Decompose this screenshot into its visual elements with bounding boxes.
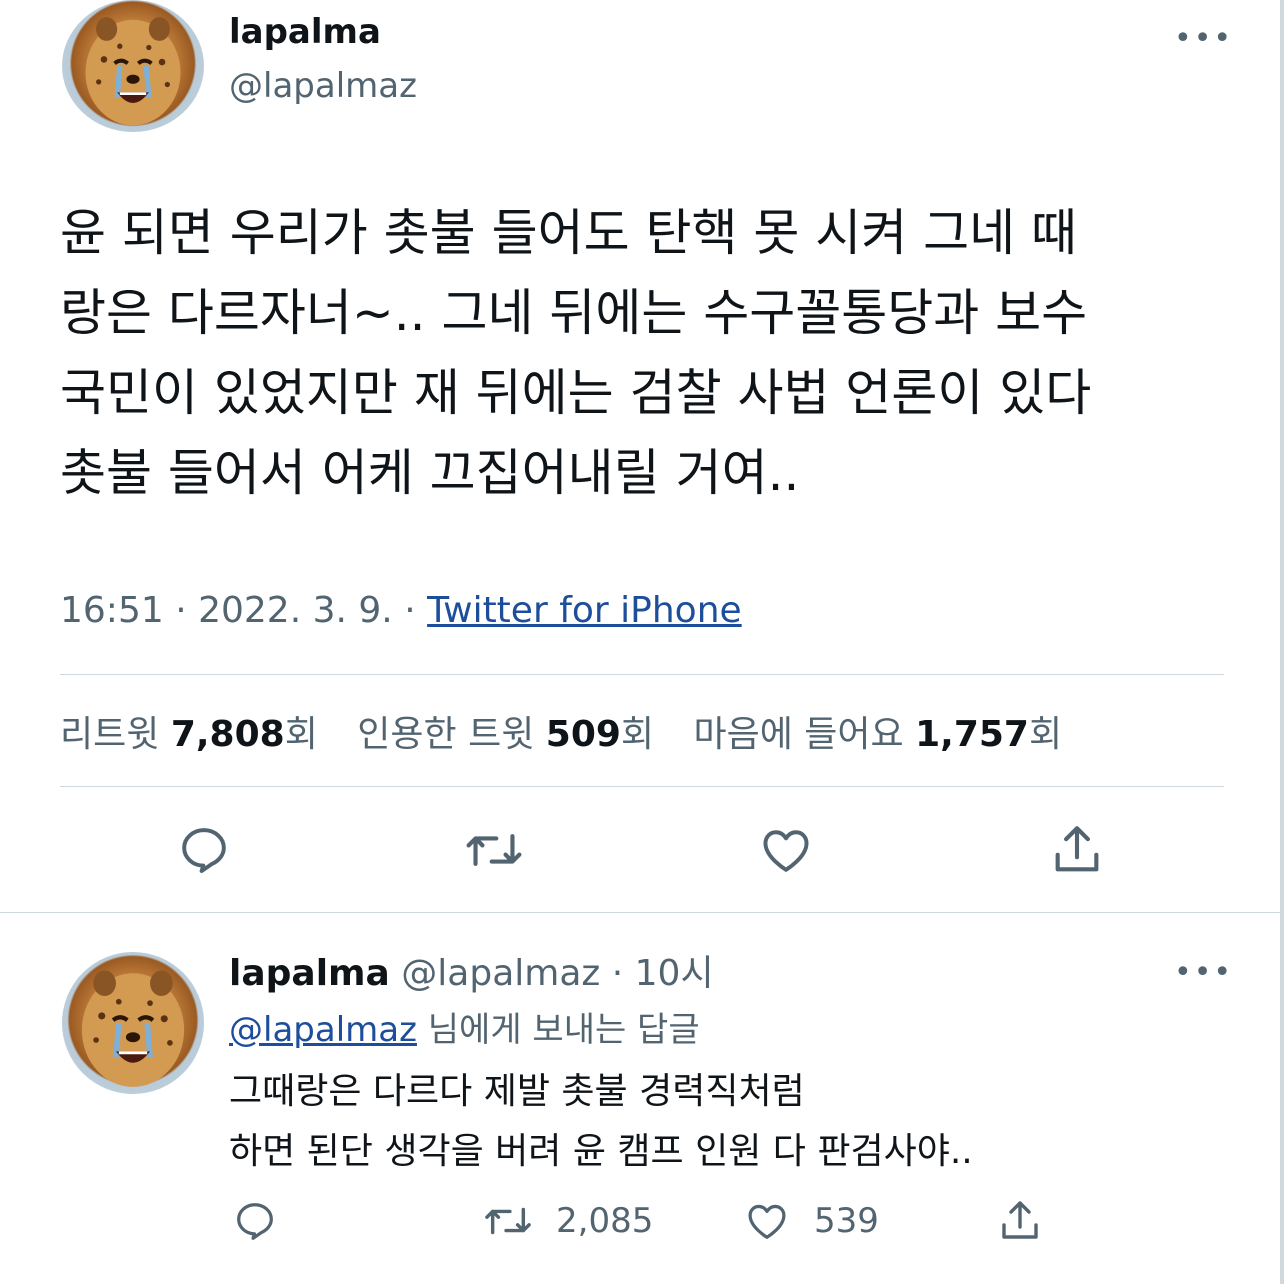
reply-text: 그때랑은 다르다 제발 촛불 경력직처럼 하면 된단 생각을 버려 윤 캠프 인… — [229, 1062, 973, 1182]
reply-share-button[interactable] — [996, 1196, 1044, 1246]
reply-reply-button[interactable] — [232, 1198, 278, 1244]
author-avatar[interactable] — [62, 0, 204, 132]
reply-more-options-button[interactable]: ••• — [1174, 958, 1233, 988]
retweet-stat-label: 리트윗 — [60, 714, 171, 755]
reply-author-handle[interactable]: @lapalmaz — [401, 953, 600, 994]
retweet-count: 7,808 — [170, 714, 285, 755]
quote-stat-label: 인용한 트윗 — [357, 714, 546, 755]
reply-text-line: 하면 된단 생각을 버려 윤 캠프 인원 다 판검사야.. — [229, 1131, 973, 1172]
replying-to-suffix: 님에게 보내는 답글 — [416, 1010, 700, 1050]
reply-icon — [237, 1203, 273, 1240]
author-name[interactable]: lapalma — [229, 12, 381, 52]
share-icon — [1055, 826, 1099, 872]
reply-text-line: 그때랑은 다르다 제발 촛불 경력직처럼 — [229, 1071, 805, 1112]
tweet-stats: 리트윗 7,808회 인용한 트윗 509회 마음에 들어요 1,757회 — [60, 705, 1090, 757]
reply-author-name[interactable]: lapalma — [229, 953, 390, 994]
tweet-text: 윤 되면 우리가 촛불 들어도 탄핵 못 시켜 그네 때 랑은 다르자너~.. … — [60, 193, 1230, 513]
like-button[interactable] — [757, 822, 815, 878]
tweet-source-link[interactable]: Twitter for iPhone — [427, 590, 742, 631]
tweet-time[interactable]: 16:51 — [60, 590, 164, 631]
reply-button[interactable] — [176, 822, 232, 878]
like-icon — [763, 830, 809, 872]
quote-count: 509 — [545, 714, 621, 755]
divider — [60, 786, 1224, 787]
reply-time[interactable]: · 10시 — [600, 953, 714, 994]
separator-dot: · — [392, 590, 428, 631]
reply-author-avatar[interactable] — [62, 952, 204, 1094]
stat-unit: 회 — [284, 714, 318, 755]
stat-unit: 회 — [1028, 714, 1063, 755]
tweet-text-line: 랑은 다르자너~.. 그네 뒤에는 수구꼴통당과 보수 — [60, 284, 1088, 342]
reply-header: lapalma @lapalmaz · 10시 — [229, 944, 714, 996]
like-icon — [748, 1204, 786, 1239]
tweet-metadata: 16:51 · 2022. 3. 9. · Twitter for iPhone — [60, 590, 742, 631]
replying-to-handle-link[interactable]: @lapalmaz — [229, 1010, 417, 1050]
reply-like-count: 539 — [814, 1201, 879, 1241]
tweet-text-line: 국민이 있었지만 재 뒤에는 검찰 사법 언론이 있다 — [60, 364, 1092, 422]
reply-retweet-button[interactable]: 2,085 — [482, 1198, 653, 1244]
stat-unit: 회 — [620, 714, 655, 755]
cheetah-avatar-image — [85, 17, 181, 126]
divider — [0, 912, 1284, 913]
divider — [60, 674, 1224, 675]
like-count: 1,757 — [915, 714, 1029, 755]
retweet-stat[interactable]: 리트윗 7,808회 — [60, 714, 318, 755]
reply-icon — [182, 828, 226, 873]
tweet-date[interactable]: 2022. 3. 9. — [198, 590, 393, 631]
like-stat-label: 마음에 들어요 — [693, 714, 916, 755]
quote-stat[interactable]: 인용한 트윗 509회 — [357, 714, 654, 755]
cheetah-avatar-image — [81, 970, 185, 1087]
reply-retweet-count: 2,085 — [556, 1201, 654, 1241]
share-icon — [1002, 1201, 1038, 1239]
right-border — [1280, 0, 1284, 1284]
retweet-icon — [485, 1207, 531, 1235]
share-button[interactable] — [1048, 820, 1106, 880]
retweet-icon — [466, 834, 522, 866]
replying-to: @lapalmaz 님에게 보내는 답글 — [229, 1002, 700, 1051]
tweet-text-line: 윤 되면 우리가 촛불 들어도 탄핵 못 시켜 그네 때 — [60, 204, 1078, 262]
like-stat[interactable]: 마음에 들어요 1,757회 — [694, 714, 1063, 755]
retweet-button[interactable] — [464, 822, 524, 878]
more-options-button[interactable]: ••• — [1174, 24, 1233, 54]
reply-like-button[interactable]: 539 — [742, 1198, 879, 1244]
separator-dot: · — [163, 590, 199, 631]
tweet-text-line: 촛불 들어서 어케 끄집어내릴 거여.. — [60, 444, 800, 502]
author-handle[interactable]: @lapalmaz — [229, 66, 417, 106]
